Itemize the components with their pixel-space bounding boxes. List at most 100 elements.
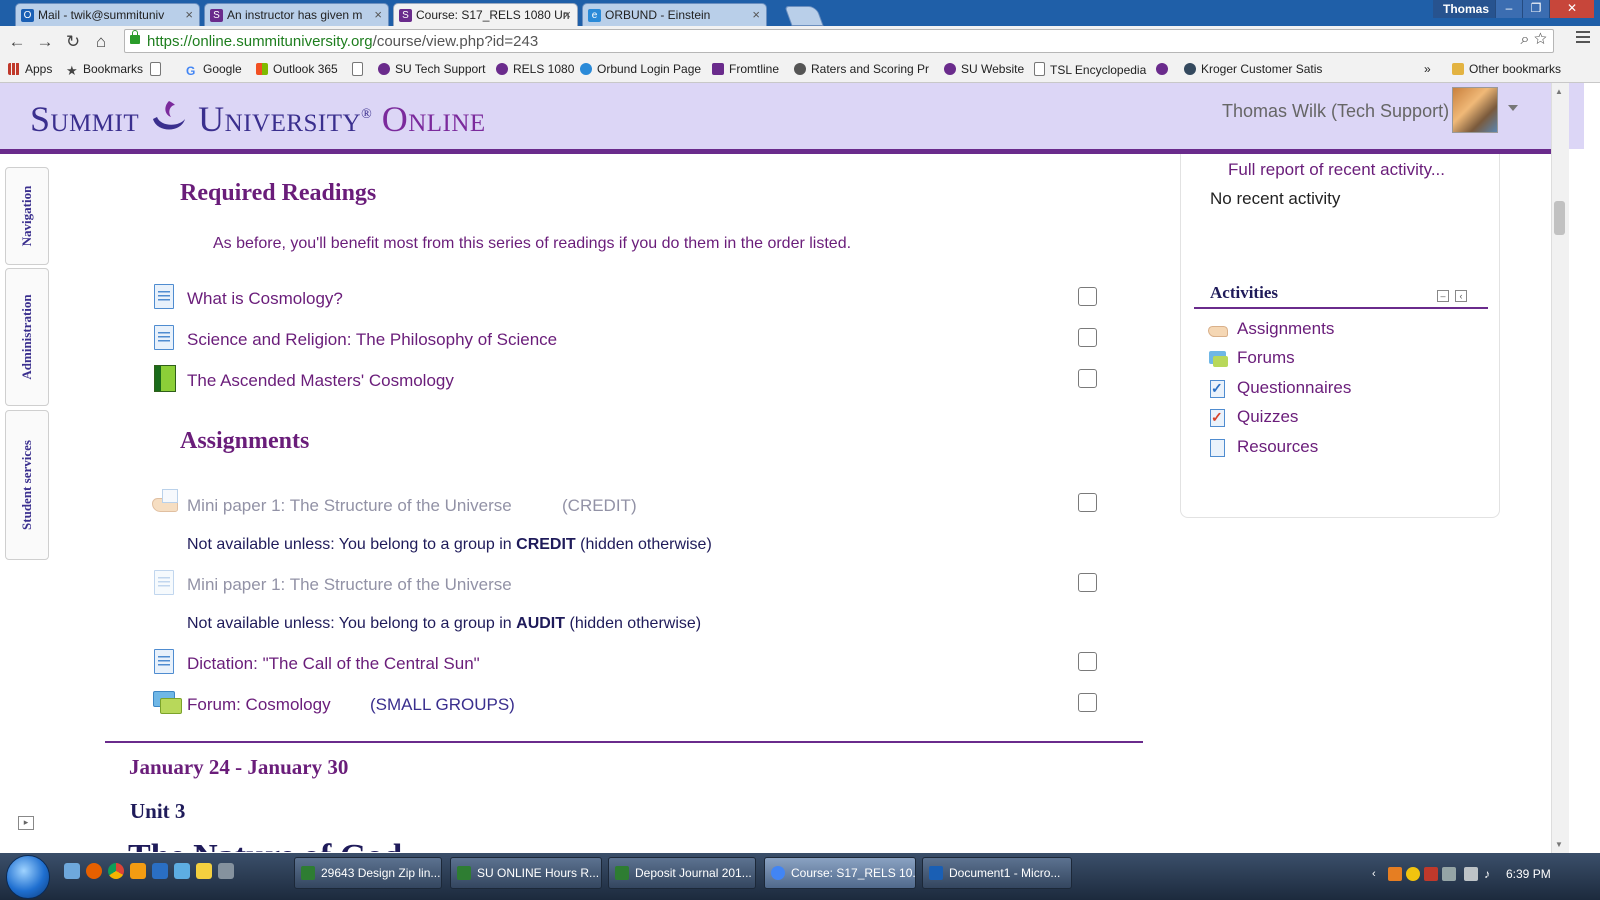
- page-icon: [152, 324, 177, 352]
- taskbar-item[interactable]: Document1 - Micro...: [922, 857, 1072, 889]
- scroll-thumb[interactable]: [1554, 201, 1565, 235]
- bookmark-apps[interactable]: Apps: [8, 62, 52, 76]
- address-bar[interactable]: https://online.summituniversity.org/cour…: [124, 29, 1554, 53]
- taskbar-item[interactable]: 29643 Design Zip lin...: [294, 857, 442, 889]
- back-icon[interactable]: ←: [6, 31, 28, 53]
- close-icon[interactable]: ×: [563, 4, 571, 26]
- tray-app-icon[interactable]: [1388, 867, 1402, 881]
- bookmark-rels[interactable]: RELS 1080: [496, 62, 574, 76]
- restore-button[interactable]: ❐: [1522, 0, 1549, 18]
- close-icon[interactable]: ×: [374, 4, 382, 26]
- bookmark-blank[interactable]: [150, 62, 166, 77]
- home-icon[interactable]: ⌂: [90, 31, 112, 53]
- avatar[interactable]: [1452, 87, 1498, 133]
- page-icon: [152, 569, 177, 597]
- dock-navigation[interactable]: Navigation: [5, 167, 49, 265]
- activity-row: The Ascended Masters' Cosmology: [150, 365, 1110, 395]
- media-icon[interactable]: [130, 863, 146, 879]
- menu-icon[interactable]: [1576, 31, 1590, 45]
- mail-icon[interactable]: [174, 863, 190, 879]
- activity-link[interactable]: Science and Religion: The Philosophy of …: [187, 330, 557, 350]
- reload-icon[interactable]: ↻: [62, 31, 84, 53]
- group-mode-note: (SMALL GROUPS): [370, 695, 515, 714]
- bookmark-other[interactable]: Other bookmarks: [1452, 62, 1561, 76]
- summit-icon: [496, 63, 508, 75]
- close-icon[interactable]: ×: [185, 4, 193, 26]
- summit-icon: S: [399, 9, 412, 22]
- bookmarks-overflow[interactable]: »: [1424, 62, 1431, 76]
- completion-checkbox[interactable]: [1078, 328, 1097, 347]
- activity-row: Mini paper 1: The Structure of the Unive…: [150, 569, 1110, 599]
- bookmark-bookmarks[interactable]: ★ Bookmarks: [66, 62, 143, 77]
- activity-link[interactable]: Forum: Cosmology: [187, 695, 331, 715]
- taskbar-item[interactable]: Course: S17_RELS 10...: [764, 857, 916, 889]
- tray-app-icon[interactable]: [1442, 867, 1456, 881]
- tab-course[interactable]: S Course: S17_RELS 1080 Un ×: [393, 3, 578, 27]
- dock-block-icon[interactable]: ‹: [1455, 290, 1467, 302]
- chrome-icon[interactable]: [108, 863, 124, 879]
- bookmarks-bar: Apps ★ Bookmarks G Google Outlook 365 SU T…: [0, 58, 1600, 83]
- tab-instructor[interactable]: S An instructor has given m ×: [204, 3, 389, 26]
- close-icon[interactable]: ×: [752, 4, 760, 26]
- bookmark-blank-2[interactable]: [352, 62, 368, 77]
- completion-checkbox[interactable]: [1078, 369, 1097, 388]
- new-tab-button[interactable]: [784, 6, 824, 26]
- bookmark-orbund[interactable]: Orbund Login Page: [580, 62, 701, 76]
- network-icon[interactable]: [218, 863, 234, 879]
- bookmark-summit[interactable]: [1156, 62, 1173, 76]
- close-window-button[interactable]: ✕: [1549, 0, 1594, 18]
- activity-link[interactable]: Dictation: "The Call of the Central Sun": [187, 654, 480, 674]
- bookmark-kroger[interactable]: Kroger Customer Satis: [1184, 62, 1322, 76]
- start-button[interactable]: [6, 855, 50, 899]
- collapse-icon[interactable]: –: [1437, 290, 1449, 302]
- completion-checkbox[interactable]: [1078, 493, 1097, 512]
- forward-icon[interactable]: →: [34, 31, 56, 53]
- tray-app-icon[interactable]: [1406, 867, 1420, 881]
- taskbar-item[interactable]: Deposit Journal 201...: [608, 857, 756, 889]
- tray-app-icon[interactable]: [1424, 867, 1438, 881]
- bookmark-google[interactable]: G Google: [186, 62, 242, 77]
- completion-checkbox[interactable]: [1078, 652, 1097, 671]
- taskbar-item[interactable]: SU ONLINE Hours R...: [450, 857, 602, 889]
- folder-icon[interactable]: [196, 863, 212, 879]
- tray-arrow-icon[interactable]: ‹: [1372, 867, 1386, 881]
- completion-checkbox[interactable]: [1078, 693, 1097, 712]
- scroll-up-icon[interactable]: ▲: [1555, 87, 1563, 96]
- show-desktop-icon[interactable]: [64, 863, 80, 879]
- site-logo[interactable]: Summit University® Online: [30, 97, 486, 140]
- bookmark-su-tech[interactable]: SU Tech Support: [378, 62, 486, 76]
- page-icon: [352, 62, 363, 76]
- firefox-icon[interactable]: [86, 863, 102, 879]
- browser-profile[interactable]: Thomas: [1433, 0, 1500, 18]
- bookmark-fromtline[interactable]: Fromtline: [712, 62, 779, 76]
- tab-mail[interactable]: O Mail - twik@summituniv ×: [15, 3, 200, 26]
- v-app-icon[interactable]: [152, 863, 168, 879]
- completion-checkbox[interactable]: [1078, 573, 1097, 592]
- dock-student-services[interactable]: Student services: [5, 410, 49, 560]
- zoom-star-icons[interactable]: ⌕ ☆: [1521, 31, 1547, 49]
- network-icon[interactable]: [1464, 867, 1478, 881]
- outlook-icon: O: [21, 9, 34, 22]
- bookmark-su-website[interactable]: SU Website: [944, 62, 1024, 76]
- bookmark-outlook[interactable]: Outlook 365: [256, 62, 338, 76]
- activity-link[interactable]: What is Cosmology?: [187, 289, 343, 309]
- page-scrollbar[interactable]: [1551, 83, 1569, 853]
- minimize-button[interactable]: –: [1495, 0, 1522, 18]
- user-menu-name[interactable]: Thomas Wilk (Tech Support): [1222, 101, 1449, 122]
- completion-checkbox[interactable]: [1078, 287, 1097, 306]
- bookmark-tsl[interactable]: TSL Encyclopedia: [1034, 62, 1146, 77]
- tab-orbund[interactable]: e ORBUND - Einstein ×: [582, 3, 767, 26]
- activity-link[interactable]: Mini paper 1: The Structure of the Unive…: [187, 575, 512, 595]
- scroll-down-icon[interactable]: ▼: [1555, 840, 1563, 849]
- activity-link[interactable]: The Ascended Masters' Cosmology: [187, 371, 454, 391]
- full-report-link[interactable]: Full report of recent activity...: [1228, 160, 1445, 180]
- book-icon: [152, 365, 177, 393]
- activity-link[interactable]: Mini paper 1: The Structure of the Unive…: [187, 496, 512, 516]
- dock-toggle-icon[interactable]: ▸: [18, 816, 34, 830]
- bookmark-raters[interactable]: Raters and Scoring Pr: [794, 62, 929, 76]
- clock[interactable]: 6:39 PM: [1506, 867, 1551, 881]
- caret-down-icon[interactable]: [1508, 105, 1518, 111]
- availability-restriction: Not available unless: You belong to a gr…: [187, 536, 712, 553]
- volume-icon[interactable]: ♪: [1484, 867, 1498, 881]
- dock-administration[interactable]: Administration: [5, 268, 49, 406]
